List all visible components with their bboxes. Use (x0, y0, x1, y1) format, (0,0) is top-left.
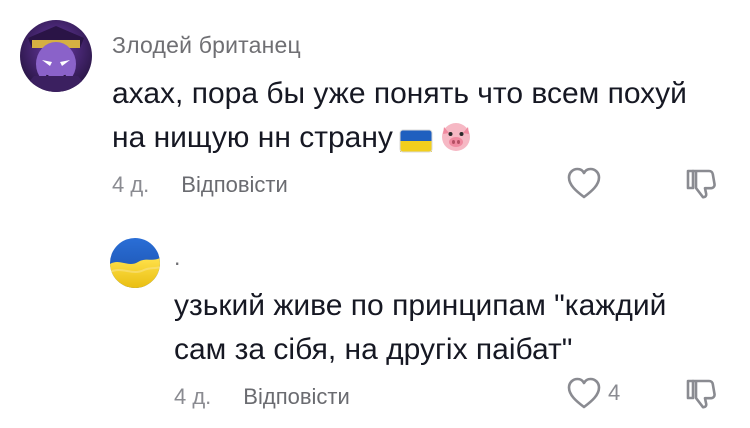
thumbs-down-icon (684, 166, 720, 202)
ukraine-flag-icon (399, 122, 433, 166)
heart-icon (566, 166, 602, 200)
like-count: 4 (608, 380, 621, 405)
pig-face-icon (439, 119, 473, 166)
avatar[interactable] (20, 20, 92, 92)
dislike-button[interactable] (684, 376, 720, 412)
comment-text-line: узький живе по принципам "каждий (174, 289, 667, 322)
comment-meta: 4 д. Відповісти (174, 384, 350, 410)
thumbs-down-icon (684, 376, 720, 412)
comment-text-line: ахах, пора бы уже понять что всем похуй (112, 77, 687, 110)
comment-text: узький живе по принципам "каждий сам за … (174, 284, 734, 372)
avatar-image (110, 238, 160, 288)
heart-icon (566, 376, 602, 410)
username[interactable]: Злодей британец (112, 32, 301, 59)
like-button[interactable] (566, 166, 608, 200)
dislike-button[interactable] (684, 166, 720, 202)
timestamp: 4 д. (112, 172, 150, 197)
comment-text-line: на нищую нн страну (112, 116, 722, 166)
comment-text: ахах, пора бы уже понять что всем похуй … (112, 72, 722, 166)
like-button[interactable]: 4 (566, 376, 620, 410)
comment-meta: 4 д. Відповісти (112, 172, 288, 198)
comment-text-line: сам за сібя, на другіх паібат" (174, 333, 573, 366)
reply-button[interactable]: Відповісти (181, 172, 288, 198)
reply-button[interactable]: Відповісти (243, 384, 350, 410)
avatar-image (20, 20, 92, 92)
timestamp: 4 д. (174, 384, 212, 409)
comment-item: Злодей британец ахах, пора бы уже понять… (0, 0, 750, 220)
avatar[interactable] (110, 238, 160, 288)
comment-reply-item: . узький живе по принципам "каждий сам з… (0, 222, 750, 428)
comment-text-line-content: на нищую нн страну (112, 121, 393, 154)
username[interactable]: . (174, 244, 181, 271)
